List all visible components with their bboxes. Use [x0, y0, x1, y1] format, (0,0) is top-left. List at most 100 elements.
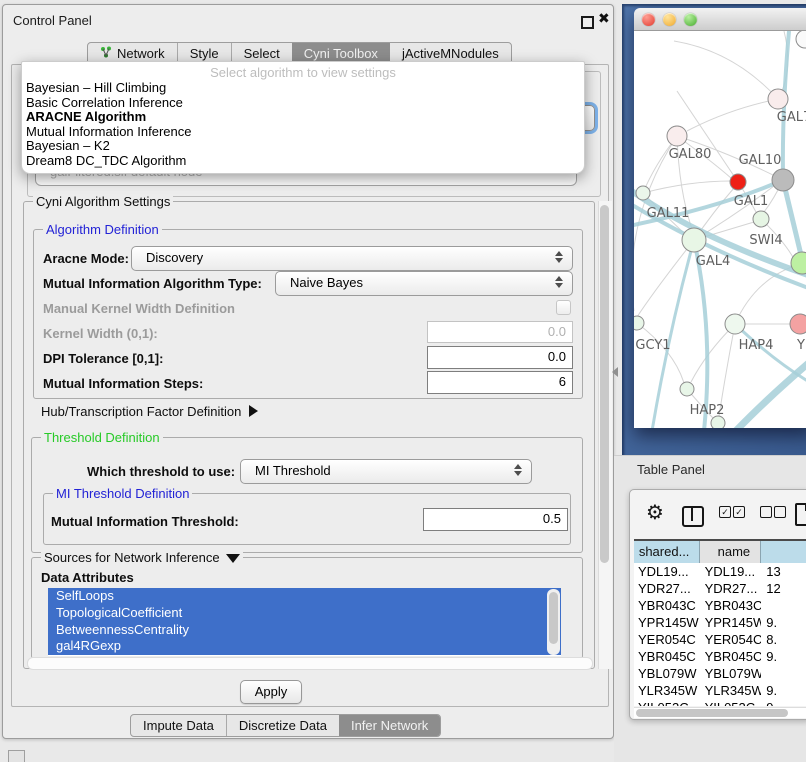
network-canvas[interactable]: GAL7GAL80GAL10GAL11GAL1SWI4GAL4GCY1HAP4Y… [634, 31, 806, 428]
kernel-width-label: Kernel Width (0,1): [43, 326, 158, 341]
tab-impute-data[interactable]: Impute Data [131, 715, 226, 736]
deselect-all-checkbox-icon[interactable] [760, 506, 772, 518]
gear-icon[interactable]: ⚙ [646, 503, 664, 523]
network-node-label: GAL7 [777, 110, 806, 125]
column-header-third[interactable] [761, 541, 806, 563]
table-cell: 9. [761, 648, 806, 665]
tab-infer-network[interactable]: Infer Network [339, 715, 440, 736]
close-traffic-light-icon[interactable] [642, 13, 655, 26]
algorithm-option-list: Bayesian – Hill ClimbingBasic Correlatio… [22, 81, 584, 169]
table-cell: 9. [761, 682, 806, 699]
network-node[interactable] [634, 316, 644, 330]
kernel-width-field[interactable]: 0.0 [427, 321, 573, 343]
algorithm-option[interactable]: Basic Correlation Inference [22, 96, 584, 111]
which-threshold-select[interactable]: MI Threshold [240, 459, 532, 484]
network-node-label: GAL4 [696, 254, 730, 269]
network-node[interactable] [636, 186, 650, 200]
algorithm-option[interactable]: Mutual Information Inference [22, 125, 584, 140]
network-edge[interactable] [735, 266, 794, 324]
network-node[interactable] [772, 169, 794, 191]
data-attribute-item[interactable]: SelfLoops [48, 588, 561, 605]
threshold-definition-title: Threshold Definition [41, 430, 163, 445]
network-edge-highlighted[interactable] [652, 240, 694, 428]
table-cell: YBR043C [701, 597, 762, 614]
select-all-checkbox-icon[interactable]: ✓ [719, 506, 731, 518]
algorithm-option[interactable]: Dream8 DC_TDC Algorithm [22, 154, 584, 169]
algorithm-option[interactable]: Bayesian – K2 [22, 139, 584, 154]
algorithm-option[interactable]: Bayesian – Hill Climbing [22, 81, 584, 96]
dpi-tolerance-field[interactable]: 0.0 [427, 346, 573, 369]
attributes-scrollbar-thumb[interactable] [549, 592, 558, 644]
apply-button[interactable]: Apply [240, 680, 302, 704]
column-header-shared[interactable]: shared... [634, 541, 700, 563]
zoom-traffic-light-icon[interactable] [684, 13, 697, 26]
table-cell: YBR043C [634, 597, 701, 614]
network-node[interactable] [667, 126, 687, 146]
resize-grip[interactable] [8, 750, 25, 762]
network-node[interactable] [725, 314, 745, 334]
sources-group-title[interactable]: Sources for Network Inference [41, 550, 243, 565]
network-edge[interactable] [637, 240, 694, 317]
mi-steps-field[interactable]: 6 [427, 371, 573, 394]
data-attributes-label: Data Attributes [41, 570, 134, 585]
hub-definition-expander[interactable]: Hub/Transcription Factor Definition [41, 404, 258, 419]
table-row[interactable]: YIL052CYIL052C9 [634, 699, 806, 706]
network-edge[interactable] [643, 181, 731, 193]
table-row[interactable]: YPR145WYPR145W9. [634, 614, 806, 631]
table-cell: YBR045C [701, 648, 762, 665]
deselect-all-checkbox-icon[interactable] [774, 506, 786, 518]
cyni-algorithm-settings-title: Cyni Algorithm Settings [33, 194, 173, 209]
split-pane-collapse-icon[interactable] [612, 367, 618, 377]
table-row[interactable]: YDR27...YDR27...12 [634, 580, 806, 597]
table-cell: YBR045C [634, 648, 701, 665]
minimize-traffic-light-icon[interactable] [663, 13, 676, 26]
network-edge[interactable] [674, 41, 778, 99]
data-attribute-item[interactable]: gal4RGexp [48, 638, 561, 655]
tab-network-label: Network [117, 46, 165, 61]
which-threshold-value: MI Threshold [255, 463, 331, 478]
export-file-icon[interactable] [795, 503, 806, 526]
float-window-icon[interactable] [581, 16, 594, 29]
column-header-name[interactable]: name [700, 541, 761, 563]
table-row[interactable]: YBR043CYBR043C [634, 597, 806, 614]
network-window-titlebar[interactable] [634, 8, 806, 31]
data-attributes-list[interactable]: SelfLoopsTopologicalCoefficientBetweenne… [48, 588, 561, 656]
algorithm-option[interactable]: ARACNE Algorithm [22, 110, 584, 125]
tab-discretize-data[interactable]: Discretize Data [226, 715, 339, 736]
settings-vertical-scrollbar-thumb[interactable] [600, 205, 609, 563]
network-node[interactable] [768, 89, 788, 109]
select-all-checkbox-icon[interactable]: ✓ [733, 506, 745, 518]
table-row[interactable]: YER054CYER054C8. [634, 631, 806, 648]
network-edge[interactable] [637, 323, 684, 383]
network-node[interactable] [796, 31, 806, 48]
close-icon[interactable]: ✖ [598, 10, 610, 27]
data-attribute-item[interactable]: TopologicalCoefficient [48, 605, 561, 622]
bottom-tabs: Impute Data Discretize Data Infer Networ… [130, 714, 441, 737]
network-node[interactable] [680, 382, 694, 396]
network-edge[interactable] [691, 324, 735, 382]
network-node[interactable] [753, 211, 769, 227]
table-row[interactable]: YDL19...YDL19...13 [634, 563, 806, 580]
mi-threshold-field[interactable]: 0.5 [423, 508, 568, 531]
network-icon [100, 46, 112, 61]
network-node[interactable] [682, 228, 706, 252]
network-node[interactable] [790, 314, 806, 334]
table-cell [761, 597, 806, 614]
column-view-icon[interactable] [682, 506, 704, 527]
table-horizontal-scrollbar-thumb[interactable] [636, 709, 788, 717]
table-row[interactable]: YBR045CYBR045C9. [634, 648, 806, 665]
table-cell: YBL079W [701, 665, 762, 682]
network-node[interactable] [730, 174, 746, 190]
data-attribute-item[interactable]: BetweennessCentrality [48, 622, 561, 639]
network-node-label: HAP4 [739, 338, 774, 353]
mi-algorithm-type-select[interactable]: Naive Bayes [275, 271, 573, 296]
table-row[interactable]: YLR345WYLR345W9. [634, 682, 806, 699]
table-row[interactable]: YBL079WYBL079W [634, 665, 806, 682]
aracne-mode-select[interactable]: Discovery [131, 246, 573, 271]
manual-kernel-width-checkbox[interactable] [556, 300, 571, 315]
settings-horizontal-scrollbar[interactable] [27, 657, 593, 670]
aracne-mode-value: Discovery [146, 250, 203, 265]
network-node[interactable] [711, 416, 725, 428]
combo-arrows-icon [555, 276, 563, 288]
table-horizontal-scrollbar[interactable] [634, 707, 806, 718]
